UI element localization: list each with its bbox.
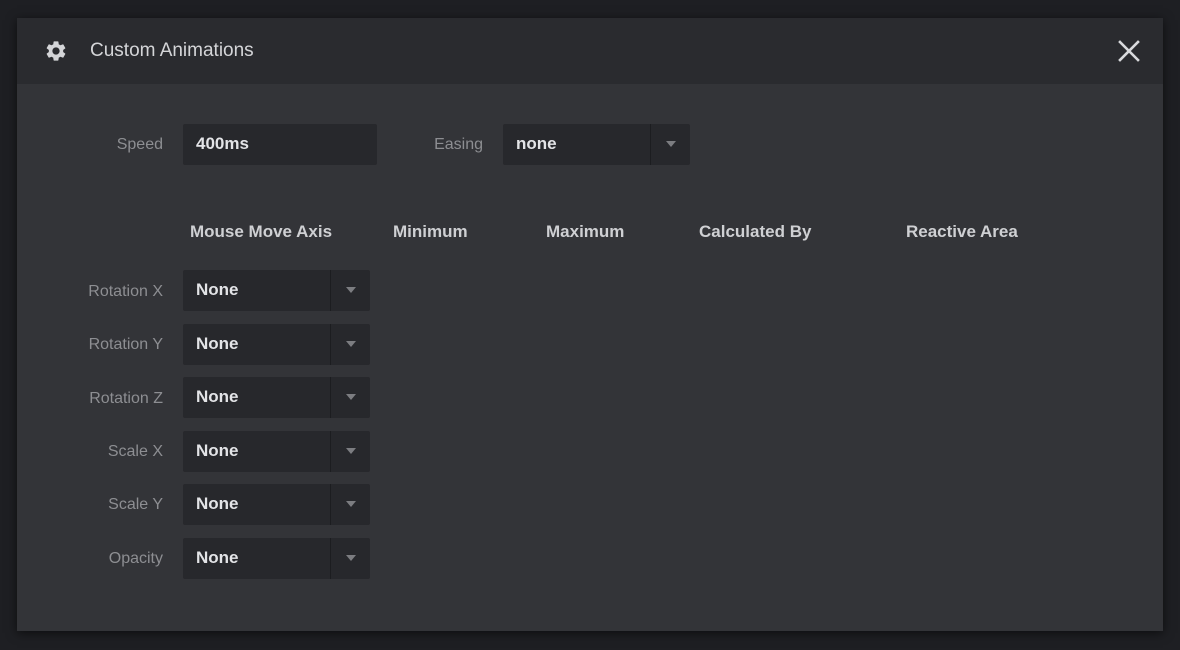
row-label-rotation-y: Rotation Y (88, 336, 163, 353)
opacity-dropdown-toggle[interactable] (330, 538, 370, 579)
scale-y-axis-value: None (196, 494, 239, 513)
rotation-x-dropdown-toggle[interactable] (330, 270, 370, 311)
scale-x-axis-select[interactable]: None (183, 431, 370, 472)
custom-animations-dialog: Custom Animations Speed 400ms Easing non… (17, 18, 1163, 631)
rotation-y-dropdown-toggle[interactable] (330, 324, 370, 365)
chevron-down-icon (346, 287, 356, 293)
column-reactive-area: Reactive Area (906, 222, 1018, 241)
chevron-down-icon (346, 341, 356, 347)
chevron-down-icon (346, 394, 356, 400)
chevron-down-icon (346, 501, 356, 507)
scale-y-dropdown-toggle[interactable] (330, 484, 370, 525)
rotation-x-axis-value: None (196, 280, 239, 299)
gear-icon (46, 41, 66, 61)
row-label-rotation-z: Rotation Z (89, 390, 163, 407)
column-minimum: Minimum (393, 222, 468, 241)
rotation-z-dropdown-toggle[interactable] (330, 377, 370, 418)
rotation-z-axis-value: None (196, 387, 239, 406)
column-maximum: Maximum (546, 222, 625, 241)
column-calculated-by: Calculated By (699, 222, 812, 241)
easing-label: Easing (434, 136, 483, 153)
row-label-scale-y: Scale Y (108, 496, 163, 513)
row-label-opacity: Opacity (108, 550, 163, 567)
opacity-axis-select[interactable]: None (183, 538, 370, 579)
speed-label: Speed (116, 136, 163, 153)
row-label-rotation-x: Rotation X (88, 283, 163, 300)
row-label-scale-x: Scale X (107, 443, 163, 460)
dialog-title: Custom Animations (90, 40, 254, 61)
column-mouse-move-axis: Mouse Move Axis (190, 222, 333, 241)
dialog-header: Custom Animations (17, 18, 1163, 84)
chevron-down-icon (666, 141, 676, 147)
rotation-x-axis-select[interactable]: None (183, 270, 370, 311)
rotation-y-axis-select[interactable]: None (183, 324, 370, 365)
easing-dropdown-toggle[interactable] (650, 124, 690, 165)
easing-select[interactable]: none (503, 124, 690, 165)
chevron-down-icon (346, 555, 356, 561)
opacity-axis-value: None (196, 548, 239, 567)
scale-x-axis-value: None (196, 441, 239, 460)
speed-value: 400ms (196, 134, 249, 153)
scale-y-axis-select[interactable]: None (183, 484, 370, 525)
close-icon[interactable] (1117, 39, 1141, 63)
speed-input[interactable]: 400ms (183, 124, 377, 165)
chevron-down-icon (346, 448, 356, 454)
rotation-y-axis-value: None (196, 334, 239, 353)
rotation-z-axis-select[interactable]: None (183, 377, 370, 418)
scale-x-dropdown-toggle[interactable] (330, 431, 370, 472)
easing-value: none (516, 134, 557, 153)
